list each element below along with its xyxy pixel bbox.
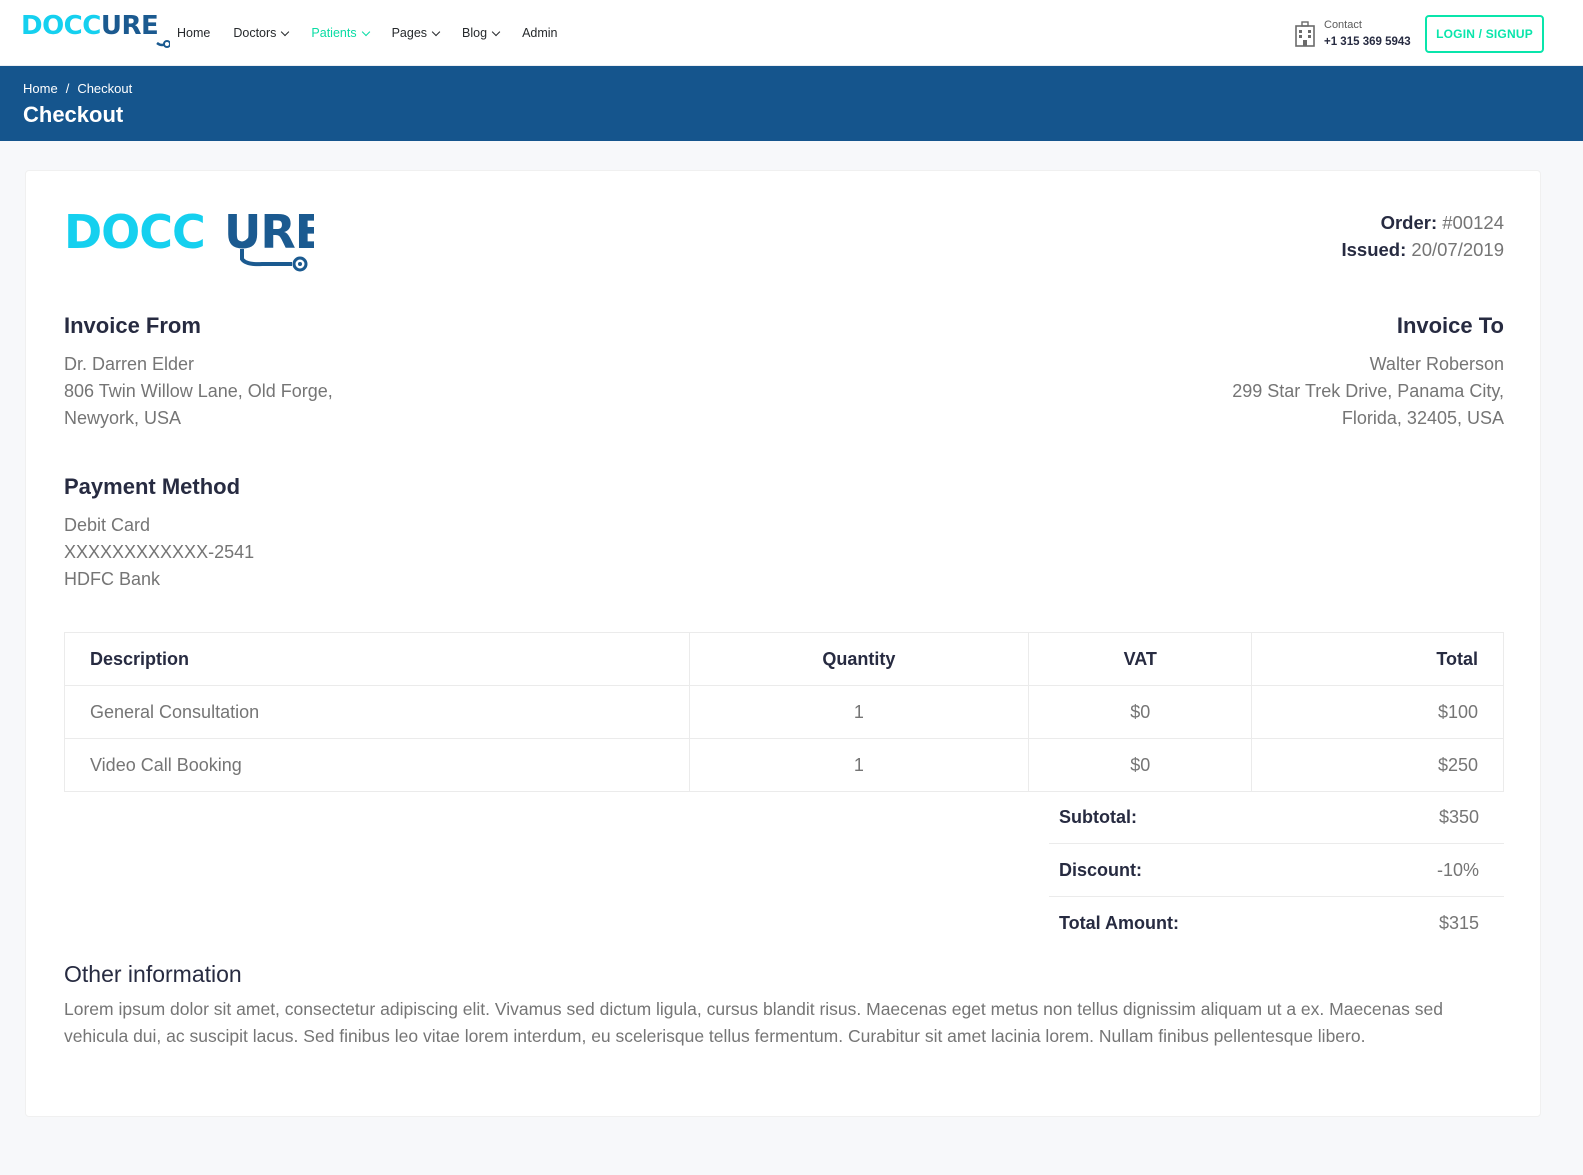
subtotal-label: Subtotal:: [1059, 806, 1137, 827]
invoice-to-line: Walter Roberson: [1369, 354, 1504, 374]
breadcrumb-current: Checkout: [77, 81, 133, 96]
invoice-from-line: Dr. Darren Elder: [64, 354, 195, 374]
total-amount-value: $315: [1438, 913, 1479, 933]
total-amount-row: Total Amount: $315: [1049, 897, 1504, 950]
item-total: $100: [1251, 685, 1504, 739]
stethoscope-icon: [156, 40, 171, 48]
column-header-vat: VAT: [1028, 632, 1253, 686]
discount-row: Discount: -10%: [1049, 844, 1504, 897]
total-amount-label: Total Amount:: [1059, 913, 1179, 933]
item-quantity: 1: [688, 738, 1030, 792]
svg-text:DOCC: DOCC: [64, 207, 205, 259]
table-header-row: Description Quantity VAT Total: [64, 632, 1504, 686]
column-header-total: Total: [1251, 632, 1504, 686]
login-signup-button[interactable]: LOGIN / SIGNUP: [1425, 15, 1544, 53]
issued-date: 20/07/2019: [1411, 239, 1504, 260]
order-number: #00124: [1442, 212, 1504, 233]
breadcrumb-home-link[interactable]: Home: [23, 81, 58, 96]
nav-item-blog[interactable]: Blog: [462, 25, 501, 41]
doccure-logo: DOCC URE: [64, 205, 326, 272]
nav-item-admin[interactable]: Admin: [522, 25, 557, 41]
invoice-from-line: Newyork, USA: [64, 408, 182, 428]
item-total: $250: [1251, 738, 1504, 792]
invoice-items-table: Description Quantity VAT Total General C…: [64, 632, 1504, 792]
item-vat: $0: [1028, 685, 1253, 739]
payment-method-line: HDFC Bank: [64, 569, 161, 589]
issued-date-line: Issued: 20/07/2019: [1341, 239, 1504, 260]
chevron-down-icon: [491, 27, 501, 36]
subtotal-value: $350: [1438, 806, 1479, 827]
invoice-to-title: Invoice To: [1396, 313, 1504, 338]
breadcrumb-separator: /: [65, 81, 70, 96]
discount-label: Discount:: [1059, 859, 1142, 880]
top-header: DOCCURE Home Doctors Patients Pages Blog Admi…: [0, 0, 1583, 66]
order-info: Order: #00124 Issued: 20/07/2019: [1341, 209, 1504, 263]
item-description: General Consultation: [64, 685, 690, 739]
site-logo[interactable]: DOCCURE: [21, 13, 171, 51]
page-title: Checkout: [23, 102, 124, 127]
subtotal-row: Subtotal: $350: [1049, 791, 1504, 844]
nav-item-doctors[interactable]: Doctors: [233, 25, 290, 41]
nav-item-patients[interactable]: Patients: [311, 25, 370, 41]
other-information-title: Other information: [64, 961, 242, 987]
item-description: Video Call Booking: [64, 738, 690, 792]
invoice-logo: DOCC URE: [64, 205, 326, 272]
chevron-down-icon: [431, 27, 441, 36]
invoice-to-line: 299 Star Trek Drive, Panama City,: [1232, 381, 1504, 401]
payment-method-title: Payment Method: [64, 474, 241, 499]
column-header-quantity: Quantity: [688, 632, 1030, 686]
invoice-totals: Subtotal: $350 Discount: -10% Total Amou…: [1049, 791, 1504, 950]
payment-method-line: Debit Card: [64, 515, 151, 535]
nav-item-home[interactable]: Home: [177, 25, 210, 41]
invoice-to: Invoice To Walter Roberson 299 Star Trek…: [1232, 313, 1504, 432]
contact-info: Contact +1 315 369 5943: [1294, 18, 1411, 50]
order-number-line: Order: #00124: [1380, 212, 1504, 233]
other-information-text: Lorem ipsum dolor sit amet, consectetur …: [64, 999, 1443, 1046]
breadcrumb-bar: Home / Checkout Checkout: [0, 66, 1583, 141]
nav-item-label: Patients: [311, 26, 357, 40]
invoice-from-title: Invoice From: [64, 313, 201, 338]
nav-item-label: Blog: [462, 26, 488, 40]
nav-item-label: Home: [177, 26, 211, 40]
invoice-from: Invoice From Dr. Darren Elder 806 Twin W…: [64, 313, 333, 432]
nav-item-label: Admin: [522, 26, 558, 40]
invoice-card: DOCC URE Order: #00124 Issued: 20/07/201…: [25, 170, 1541, 1117]
discount-value: -10%: [1436, 859, 1479, 880]
payment-method-line: XXXXXXXXXXXX-2541: [64, 542, 255, 562]
nav-item-label: Doctors: [233, 26, 277, 40]
table-row: General Consultation 1 $0 $100: [64, 685, 1504, 739]
contact-label: Contact: [1324, 19, 1362, 31]
chevron-down-icon: [281, 27, 290, 36]
breadcrumb: Home / Checkout: [23, 81, 132, 96]
invoice-from-line: 806 Twin Willow Lane, Old Forge,: [64, 381, 333, 401]
main-nav: Home Doctors Patients Pages Blog Admin: [177, 25, 581, 41]
contact-phone[interactable]: +1 315 369 5943: [1324, 34, 1411, 50]
nav-item-label: Pages: [391, 26, 428, 40]
hospital-building-icon: [1295, 21, 1315, 47]
chevron-down-icon: [361, 27, 370, 36]
payment-method: Payment Method Debit Card XXXXXXXXXXXX-2…: [64, 474, 254, 593]
invoice-to-line: Florida, 32405, USA: [1341, 408, 1504, 428]
other-information: Other information Lorem ipsum dolor sit …: [64, 961, 1504, 1050]
svg-text:URE: URE: [224, 207, 314, 259]
column-header-description: Description: [64, 632, 690, 686]
item-vat: $0: [1028, 738, 1253, 792]
nav-item-pages[interactable]: Pages: [391, 25, 441, 41]
table-row: Video Call Booking 1 $0 $250: [64, 738, 1504, 792]
item-quantity: 1: [688, 685, 1030, 739]
